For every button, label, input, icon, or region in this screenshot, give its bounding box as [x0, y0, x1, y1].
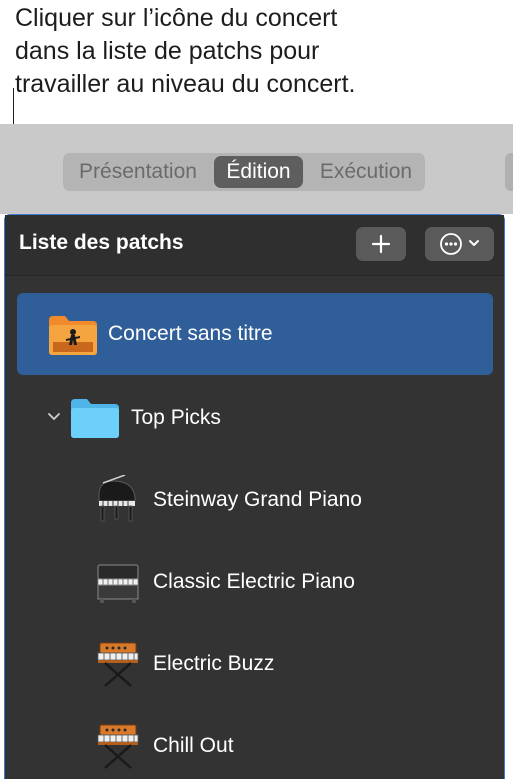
- screenshot-canvas: Cliquer sur l’icône du concert dans la l…: [0, 0, 513, 779]
- concert-row[interactable]: Concert sans titre: [17, 293, 493, 375]
- synth-keyboard-icon: [97, 724, 139, 769]
- patch-name: Steinway Grand Piano: [153, 488, 362, 511]
- patch-row[interactable]: Electric Buzz: [17, 623, 493, 705]
- patch-name: Electric Buzz: [153, 652, 275, 675]
- callout-line-1: Cliquer sur l’icône du concert: [15, 4, 338, 32]
- patch-row[interactable]: Chill Out: [17, 705, 493, 779]
- electric-piano-icon: [97, 564, 139, 603]
- more-actions-button[interactable]: [425, 227, 494, 261]
- grand-piano-icon: [98, 475, 136, 522]
- callout-line-2: dans la liste de patchs pour: [15, 37, 320, 65]
- patch-list-panel: Liste des patchs Concert sans titre Top …: [4, 214, 505, 779]
- folder-icon: [71, 399, 119, 438]
- concert-name: Concert sans titre: [108, 322, 273, 345]
- add-patch-button[interactable]: [356, 227, 406, 261]
- ellipsis-circle-icon: [440, 233, 479, 255]
- patch-name: Chill Out: [153, 734, 234, 757]
- patch-row[interactable]: Steinway Grand Piano: [17, 459, 493, 541]
- chevron-down-icon[interactable]: [47, 411, 61, 423]
- toolbar-button-partial[interactable]: [505, 153, 513, 191]
- tab-presentation[interactable]: Présentation: [63, 153, 213, 191]
- tab-edition[interactable]: Édition: [214, 156, 303, 188]
- patch-list-header: Liste des patchs: [5, 215, 504, 276]
- tab-execution[interactable]: Exécution: [306, 153, 426, 191]
- folder-name: Top Picks: [131, 406, 221, 429]
- patch-row[interactable]: Classic Electric Piano: [17, 541, 493, 623]
- callout-text: Cliquer sur l’icône du concert dans la l…: [15, 2, 485, 101]
- callout-line-3: travailler au niveau du concert.: [15, 70, 356, 98]
- plus-icon: [371, 234, 391, 254]
- patch-list-title: Liste des patchs: [19, 231, 184, 254]
- folder-row-top-picks[interactable]: Top Picks: [17, 377, 493, 459]
- patch-name: Classic Electric Piano: [153, 570, 355, 593]
- synth-keyboard-icon: [97, 642, 139, 687]
- concert-folder-icon[interactable]: [47, 312, 99, 356]
